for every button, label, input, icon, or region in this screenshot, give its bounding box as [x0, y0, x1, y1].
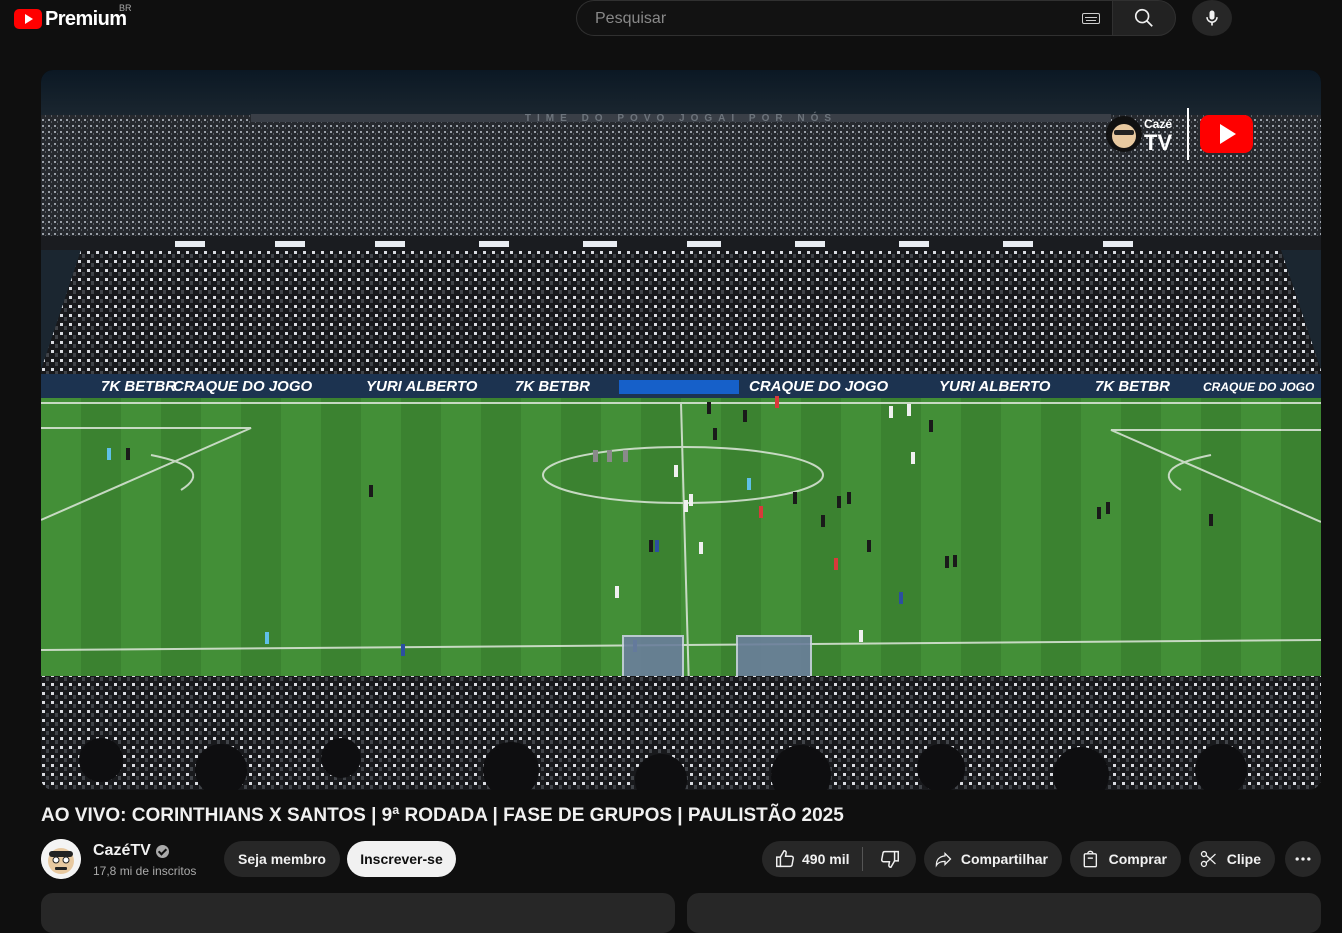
video-player[interactable]: TIME DO POVO JOGAI POR NÓS 7K BETBR CRAQ…	[41, 70, 1321, 790]
video-frame: TIME DO POVO JOGAI POR NÓS 7K BETBR CRAQ…	[41, 70, 1321, 790]
join-member-button[interactable]: Seja membro	[224, 841, 340, 877]
subscriber-count: 17,8 mi de inscritos	[93, 864, 197, 878]
masthead: Premium BR	[0, 0, 1342, 40]
avatar-image	[41, 839, 81, 879]
ad-board-text: YURI ALBERTO	[366, 378, 478, 395]
tier-lettering: TIME DO POVO JOGAI POR NÓS	[525, 111, 837, 124]
like-button[interactable]: 490 mil	[762, 841, 862, 877]
search-button[interactable]	[1112, 0, 1176, 36]
subscribe-button[interactable]: Inscrever-se	[347, 841, 456, 877]
share-label: Compartilhar	[960, 851, 1048, 867]
like-dislike-group: 490 mil	[762, 841, 916, 877]
buy-button[interactable]: Comprar	[1070, 841, 1181, 877]
search-icon	[1134, 8, 1153, 27]
side-panel-card[interactable]	[687, 893, 1321, 933]
mic-icon	[1206, 10, 1218, 26]
verified-badge-icon	[155, 844, 169, 858]
logo-country-code: BR	[119, 3, 132, 13]
scissors-icon	[1200, 850, 1216, 868]
ad-board-text: 7K BETBR	[515, 378, 590, 395]
ad-board-text: 7K BETBR	[101, 378, 176, 395]
share-icon	[935, 851, 952, 868]
ad-board-text: CRAQUE DO JOGO	[749, 378, 889, 395]
buy-label: Comprar	[1108, 851, 1167, 867]
overlay-logo-text-1: Cazé	[1144, 117, 1172, 131]
search-bar	[576, 0, 1176, 38]
shopping-bag-icon	[1083, 850, 1098, 868]
youtube-premium-logo[interactable]: Premium	[14, 7, 127, 31]
ad-board-text: CRAQUE DO JOGO	[173, 378, 313, 395]
ad-board-text: 7K BETBR	[1095, 378, 1170, 395]
channel-avatar[interactable]	[41, 839, 81, 879]
voice-search-button[interactable]	[1192, 0, 1232, 36]
thumbs-down-icon	[880, 850, 899, 868]
logo-text: Premium	[45, 7, 127, 30]
overlay-logo-text-2: TV	[1144, 130, 1172, 155]
more-horizontal-icon	[1295, 857, 1311, 861]
dislike-button[interactable]	[863, 841, 916, 877]
share-button[interactable]: Compartilhar	[924, 841, 1062, 877]
more-actions-button[interactable]	[1285, 841, 1321, 877]
clip-button[interactable]: Clipe	[1189, 841, 1275, 877]
search-box	[576, 0, 1112, 37]
video-title: AO VIVO: CORINTHIANS X SANTOS | 9ª RODAD…	[41, 805, 844, 826]
youtube-logo-icon	[14, 9, 42, 29]
ad-board-text: CRAQUE DO JOGO	[1203, 380, 1315, 394]
ad-board-text: YURI ALBERTO	[939, 378, 1051, 395]
search-input[interactable]	[593, 1, 1077, 37]
thumbs-up-icon	[776, 850, 794, 868]
channel-name[interactable]: CazéTV	[93, 842, 169, 860]
keyboard-icon[interactable]	[1082, 13, 1100, 24]
channel-name-text: CazéTV	[93, 842, 151, 859]
description-card[interactable]	[41, 893, 675, 933]
like-count: 490 mil	[802, 851, 850, 867]
clip-label: Clipe	[1226, 851, 1261, 867]
